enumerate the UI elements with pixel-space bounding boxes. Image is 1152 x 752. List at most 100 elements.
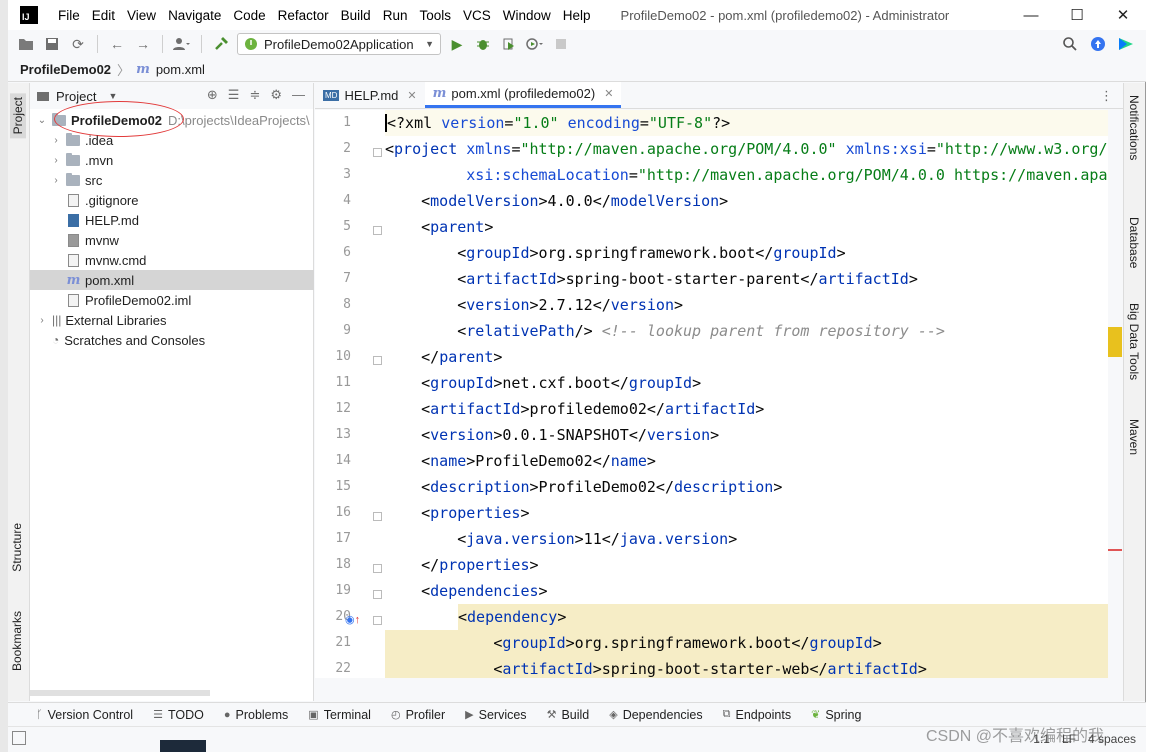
tab-maven[interactable]: Maven xyxy=(1127,419,1141,455)
tree-item-mvnw[interactable]: mvnw xyxy=(30,230,314,250)
fold-marker-icon[interactable] xyxy=(373,226,382,235)
expand-all-icon[interactable]: ☰ xyxy=(228,87,240,103)
close-tab-icon[interactable]: ✕ xyxy=(407,89,416,102)
collapsed-arrow-icon[interactable]: › xyxy=(50,175,62,186)
fold-marker-icon[interactable] xyxy=(373,512,382,521)
settings-gear-icon[interactable]: ⚙ xyxy=(270,87,282,103)
menu-refactor[interactable]: Refactor xyxy=(272,8,335,23)
back-arrow-icon[interactable]: ← xyxy=(107,34,127,54)
fold-marker-icon[interactable] xyxy=(373,616,382,625)
collapsed-arrow-icon[interactable]: › xyxy=(50,135,62,146)
dependency-gutter-icon[interactable]: ◉↑ xyxy=(345,613,360,626)
stop-icon[interactable] xyxy=(551,34,571,54)
tree-item-src[interactable]: › src xyxy=(30,170,314,190)
profile-run-icon[interactable] xyxy=(525,34,545,54)
sync-icon[interactable]: ⟳ xyxy=(68,34,88,54)
fold-marker-icon[interactable] xyxy=(373,590,382,599)
fold-marker-icon[interactable] xyxy=(373,356,382,365)
menu-view[interactable]: View xyxy=(121,8,162,23)
tree-item-idea[interactable]: › .idea xyxy=(30,130,314,150)
tab-big-data-tools[interactable]: Big Data Tools xyxy=(1127,303,1141,380)
maximize-button[interactable]: ☐ xyxy=(1054,0,1100,30)
tree-item-iml[interactable]: ProfileDemo02.iml xyxy=(30,290,314,310)
tree-item-pom-xml[interactable]: m pom.xml xyxy=(30,270,314,290)
expanded-arrow-icon[interactable]: ⌄ xyxy=(36,115,48,126)
horizontal-scrollbar[interactable] xyxy=(30,690,210,696)
fold-marker-icon[interactable] xyxy=(373,564,382,573)
build-hammer-icon[interactable] xyxy=(211,34,231,54)
forward-arrow-icon[interactable]: → xyxy=(133,34,153,54)
menu-tools[interactable]: Tools xyxy=(413,8,457,23)
tab-help-md[interactable]: MD HELP.md ✕ xyxy=(315,82,425,108)
tab-notifications[interactable]: Notifications xyxy=(1127,95,1141,160)
project-view-select[interactable]: Project xyxy=(56,89,96,104)
search-icon[interactable] xyxy=(1060,34,1080,54)
code-line: </properties> xyxy=(385,556,539,574)
jetbrains-toolbox-icon[interactable] xyxy=(1116,34,1136,54)
tool-profiler[interactable]: ◴ Profiler xyxy=(391,708,445,722)
chevron-down-icon: ▼ xyxy=(425,39,434,49)
run-configuration-select[interactable]: ProfileDemo02Application ▼ xyxy=(237,33,441,55)
toggle-tool-windows-icon[interactable] xyxy=(12,731,26,745)
tree-item-scratches[interactable]: ◔ Scratches and Consoles xyxy=(30,330,314,350)
close-button[interactable]: ✕ xyxy=(1100,0,1146,30)
breadcrumb-project[interactable]: ProfileDemo02 xyxy=(20,62,111,77)
breadcrumb-file[interactable]: pom.xml xyxy=(156,62,205,77)
tool-dependencies[interactable]: ◈ Dependencies xyxy=(609,708,702,722)
tree-item-gitignore[interactable]: .gitignore xyxy=(30,190,314,210)
open-folder-icon[interactable] xyxy=(16,34,36,54)
menu-code[interactable]: Code xyxy=(227,8,271,23)
tab-structure[interactable]: Structure xyxy=(10,523,24,572)
update-ide-icon[interactable] xyxy=(1088,34,1108,54)
chevron-down-icon[interactable]: ▼ xyxy=(108,91,117,101)
scrollbar-warning-marker[interactable] xyxy=(1108,327,1122,357)
menu-help[interactable]: Help xyxy=(557,8,597,23)
tool-problems[interactable]: ● Problems xyxy=(224,708,288,722)
tool-terminal[interactable]: ▣ Terminal xyxy=(308,708,371,722)
code-line: <?xml version="1.0" encoding="UTF-8"?> xyxy=(385,110,1108,136)
tree-item-mvn[interactable]: › .mvn xyxy=(30,150,314,170)
tool-build[interactable]: ⚒ Build xyxy=(547,708,590,722)
line-number: 6 xyxy=(343,245,351,260)
libraries-icon: ||| xyxy=(52,313,62,327)
tab-project[interactable]: Project xyxy=(10,93,26,139)
menu-vcs[interactable]: VCS xyxy=(457,8,497,23)
collapsed-arrow-icon[interactable]: › xyxy=(50,155,62,166)
debug-bug-icon[interactable] xyxy=(473,34,493,54)
run-with-coverage-icon[interactable] xyxy=(499,34,519,54)
tool-version-control[interactable]: ᚴ Version Control xyxy=(36,708,133,722)
tree-item-help-md[interactable]: HELP.md xyxy=(30,210,314,230)
fold-marker-icon[interactable] xyxy=(373,148,382,157)
collapse-all-icon[interactable]: ≑ xyxy=(249,87,260,103)
tool-label: Problems xyxy=(235,707,289,722)
menu-navigate[interactable]: Navigate xyxy=(162,8,227,23)
tool-spring[interactable]: ❦ Spring xyxy=(811,708,861,722)
tool-endpoints[interactable]: ⧉ Endpoints xyxy=(723,708,791,722)
shell-script-icon xyxy=(68,233,79,247)
menu-run[interactable]: Run xyxy=(377,8,414,23)
save-all-icon[interactable] xyxy=(42,34,62,54)
run-icon[interactable]: ▶ xyxy=(447,34,467,54)
locate-icon[interactable]: ⊕ xyxy=(207,87,218,103)
close-tab-icon[interactable]: ✕ xyxy=(604,87,613,100)
tree-item-label: ProfileDemo02.iml xyxy=(85,292,192,308)
menu-file[interactable]: File xyxy=(52,8,86,23)
code-editor[interactable]: !1 ▲1 ⌃ ⌄ <?xml version="1.0" encoding="… xyxy=(385,110,1108,678)
vcs-user-icon[interactable] xyxy=(172,34,192,54)
tab-pom-xml[interactable]: m pom.xml (profiledemo02) ✕ xyxy=(424,82,622,108)
tool-services[interactable]: ▶ Services xyxy=(465,708,526,722)
minimize-button[interactable]: — xyxy=(1008,0,1054,30)
tree-item-mvnw-cmd[interactable]: mvnw.cmd xyxy=(30,250,314,270)
menu-window[interactable]: Window xyxy=(497,8,557,23)
tab-bookmarks[interactable]: Bookmarks xyxy=(10,611,24,671)
tab-database[interactable]: Database xyxy=(1127,217,1141,268)
tree-item-external-libraries[interactable]: › ||| External Libraries xyxy=(30,310,314,330)
collapsed-arrow-icon[interactable]: › xyxy=(36,315,48,326)
scrollbar-error-marker[interactable] xyxy=(1108,549,1122,551)
tool-todo[interactable]: ☰ TODO xyxy=(153,708,204,722)
tree-item-label: pom.xml xyxy=(85,272,135,288)
menu-edit[interactable]: Edit xyxy=(86,8,121,23)
hide-icon[interactable]: — xyxy=(292,87,305,103)
more-options-icon[interactable]: ⋮ xyxy=(1100,88,1113,104)
menu-build[interactable]: Build xyxy=(335,8,377,23)
